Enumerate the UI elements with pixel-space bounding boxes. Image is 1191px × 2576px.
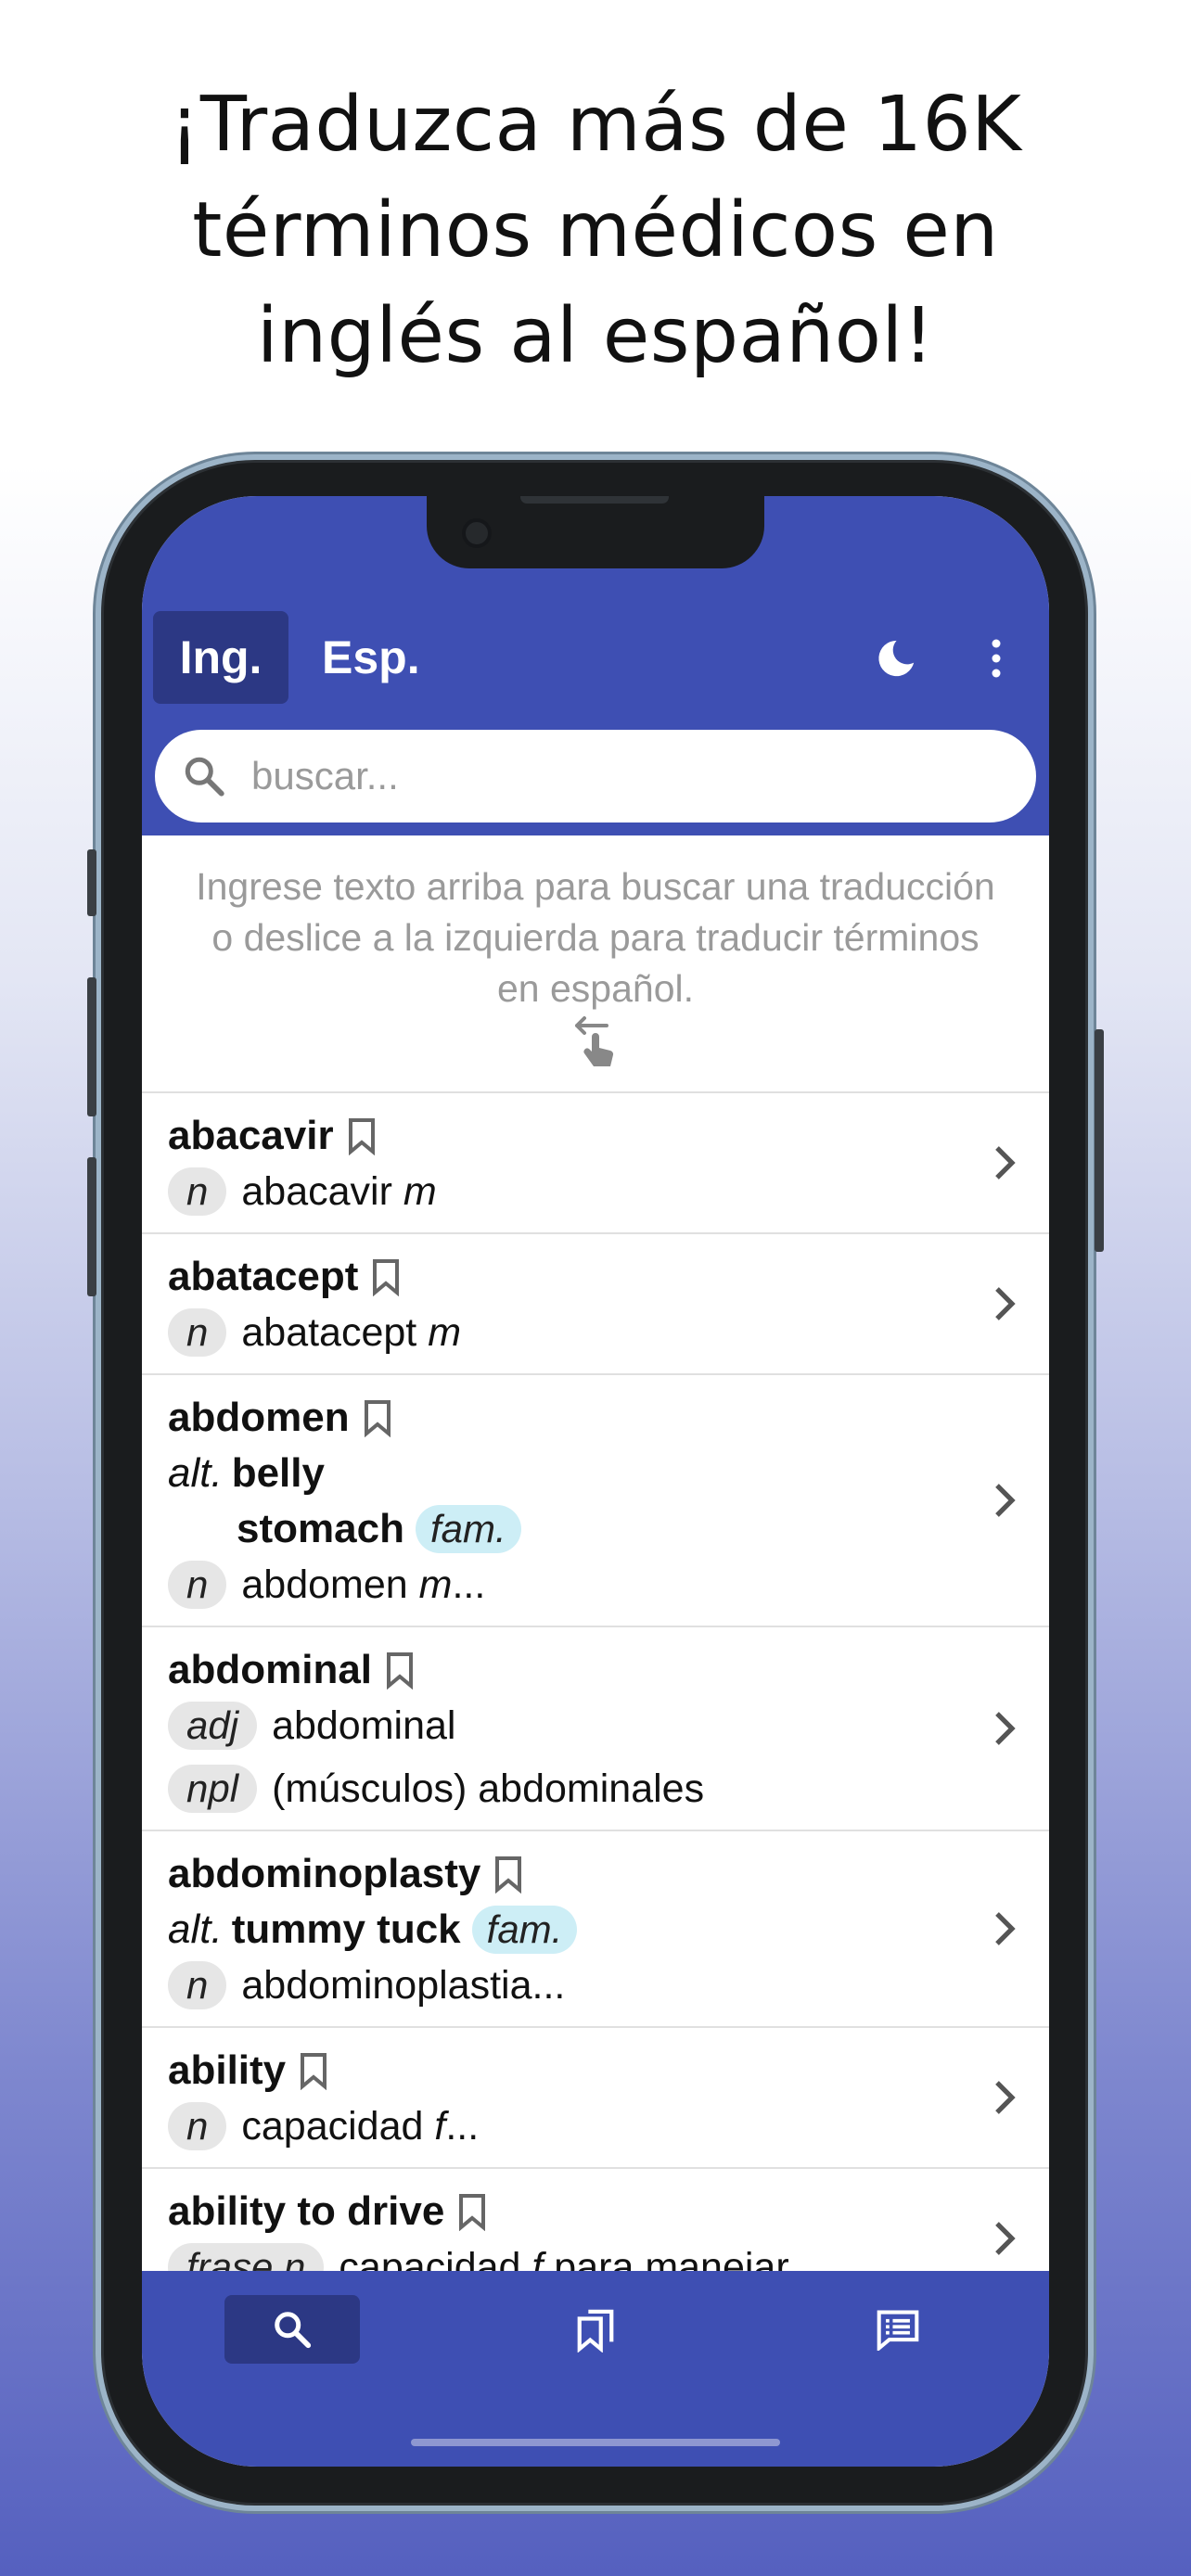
part-of-speech-badge: npl	[168, 1765, 258, 1813]
entry-translation: (músculos) abdominales	[272, 1766, 705, 1811]
gender-marker: m	[428, 1309, 462, 1355]
intro-line-3: en español.	[496, 967, 694, 1010]
list-item[interactable]: abdominoplasty alt. tummy tuck fam. n ab…	[142, 1830, 1049, 2026]
part-of-speech-badge: n	[168, 1961, 227, 2009]
bookmark-icon[interactable]	[363, 1398, 392, 1437]
chevron-right-icon	[995, 1484, 1016, 1517]
phone-volume-down	[87, 1157, 96, 1296]
search-icon	[275, 2312, 312, 2349]
intro-line-1: Ingrese texto arriba para buscar una tra…	[196, 865, 995, 908]
front-camera	[462, 518, 492, 548]
alt-label: alt.	[168, 1450, 223, 1496]
phone-volume-up	[87, 977, 96, 1116]
app-screen: Ing. Esp. Ingrese texto arriba para busc…	[142, 496, 1049, 2467]
chevron-right-icon	[995, 1912, 1016, 1945]
gender-marker: m	[403, 1168, 437, 1214]
gender-marker: f	[531, 2244, 544, 2272]
list-item[interactable]: abdominal adj abdominal npl (músculos) a…	[142, 1626, 1049, 1830]
list-item[interactable]: ability n capacidad f...	[142, 2026, 1049, 2167]
search-bar[interactable]	[155, 730, 1036, 823]
tab-english[interactable]: Ing.	[153, 611, 288, 704]
list-item[interactable]: abatacept n abatacept m	[142, 1232, 1049, 1373]
part-of-speech-badge: n	[168, 1308, 227, 1357]
search-icon	[185, 757, 224, 797]
gender-marker: m	[418, 1562, 453, 1607]
term-list: abacavir n abacavir m abatacept n abatac…	[142, 1091, 1049, 2271]
bottom-navigation	[142, 2271, 1049, 2467]
part-of-speech-badge: adj	[168, 1702, 258, 1750]
part-of-speech-badge: frase n	[168, 2243, 325, 2271]
tab-spanish[interactable]: Esp.	[300, 611, 442, 704]
list-item[interactable]: ability to drive frase n capacidad f par…	[142, 2167, 1049, 2271]
entry-translation: capacidad f para manejar	[339, 2245, 788, 2272]
nav-bookmarks-button[interactable]	[528, 2295, 663, 2364]
intro-line-2: o deslice a la izquierda para traducir t…	[211, 916, 980, 959]
entry-term: abdominal	[168, 1647, 373, 1692]
part-of-speech-badge: n	[168, 2102, 227, 2150]
bookmark-icon[interactable]	[385, 1651, 415, 1690]
bookmark-icon[interactable]	[457, 2192, 487, 2231]
intro-hint: Ingrese texto arriba para buscar una tra…	[142, 835, 1049, 1093]
part-of-speech-badge: n	[168, 1561, 227, 1609]
gender-marker: f	[434, 2103, 446, 2149]
chevron-right-icon	[995, 1712, 1016, 1745]
familiar-badge: fam.	[415, 1505, 521, 1553]
entry-term: ability to drive	[168, 2188, 445, 2234]
chevron-right-icon	[995, 1287, 1016, 1320]
phone-silent-switch	[87, 849, 96, 916]
part-of-speech-badge: n	[168, 1167, 227, 1216]
entry-term: abacavir	[168, 1113, 334, 1158]
entry-term: abdomen	[168, 1395, 350, 1440]
familiar-badge: fam.	[471, 1906, 578, 1954]
alt-label: alt.	[168, 1906, 223, 1952]
bookmarks-icon	[577, 2309, 614, 2353]
search-input[interactable]	[251, 754, 956, 798]
phone-power-button	[1095, 1029, 1104, 1252]
headline-line-3: inglés al español!	[256, 292, 935, 380]
swipe-left-icon	[575, 1016, 614, 1066]
chevron-right-icon	[995, 1146, 1016, 1180]
list-item[interactable]: abacavir n abacavir m	[142, 1091, 1049, 1232]
more-menu-button[interactable]	[964, 626, 1029, 691]
list-item[interactable]: abdomen alt. belly stomach fam. n abdome…	[142, 1373, 1049, 1626]
moon-icon	[878, 640, 915, 677]
glossary-icon	[877, 2310, 919, 2351]
alt-term: belly	[231, 1450, 325, 1496]
nav-search-button[interactable]	[224, 2295, 360, 2364]
home-indicator[interactable]	[411, 2439, 780, 2446]
entry-term: abdominoplasty	[168, 1851, 481, 1896]
nav-glossary-button[interactable]	[830, 2295, 966, 2364]
alt-term: stomach	[237, 1506, 404, 1551]
entry-term: abatacept	[168, 1254, 359, 1299]
bookmark-icon[interactable]	[493, 1855, 523, 1894]
bookmark-icon[interactable]	[371, 1257, 401, 1296]
bookmark-icon[interactable]	[347, 1116, 377, 1155]
entry-translation: abdominal	[272, 1702, 456, 1748]
bookmark-icon[interactable]	[299, 2051, 328, 2090]
entry-translation: abdomen m...	[241, 1562, 486, 1607]
more-vertical-icon	[992, 639, 1001, 678]
entry-translation: abacavir m	[241, 1168, 437, 1214]
entry-translation: abdominoplastia...	[241, 1962, 566, 2008]
headline-line-1: ¡Traduzca más de 16K	[169, 81, 1022, 169]
chevron-right-icon	[995, 2222, 1016, 2255]
headline-line-2: términos médicos en	[192, 186, 999, 274]
entry-translation: capacidad f...	[241, 2103, 480, 2149]
promo-headline: ¡Traduzca más de 16K términos médicos en…	[0, 72, 1191, 389]
entry-translation: abatacept m	[241, 1309, 462, 1355]
chevron-right-icon	[995, 2081, 1016, 2114]
earpiece-speaker	[520, 496, 669, 504]
dark-mode-button[interactable]	[864, 626, 928, 691]
alt-term: tummy tuck	[231, 1906, 461, 1952]
entry-term: ability	[168, 2047, 287, 2093]
